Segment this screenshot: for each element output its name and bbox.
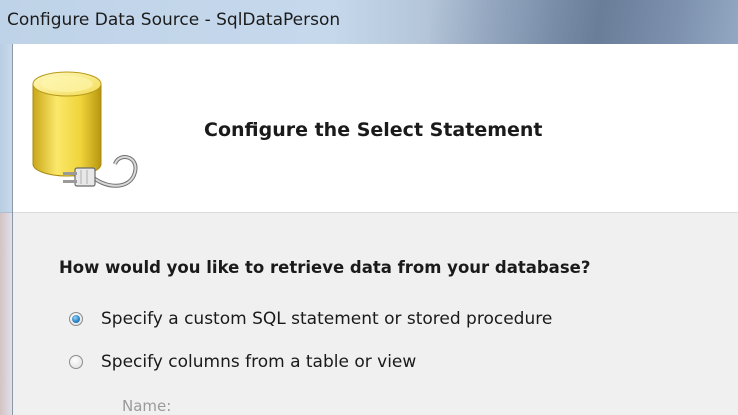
database-connection-icon	[27, 62, 157, 206]
radio-custom-sql-option[interactable]: Specify a custom SQL statement or stored…	[69, 309, 552, 329]
radio-button-table-columns[interactable]	[69, 355, 83, 369]
window-frame-left	[0, 44, 12, 415]
window-title: Configure Data Source - SqlDataPerson	[7, 10, 341, 30]
radio-button-custom-sql[interactable]	[69, 312, 83, 326]
retrieval-question: How would you like to retrieve data from…	[59, 258, 591, 277]
title-bar[interactable]: Configure Data Source - SqlDataPerson	[0, 0, 738, 44]
page-title: Configure the Select Statement	[204, 119, 543, 141]
radio-label-custom-sql[interactable]: Specify a custom SQL statement or stored…	[101, 309, 552, 329]
name-label: Name:	[122, 397, 172, 415]
radio-table-columns-option[interactable]: Specify columns from a table or view	[69, 352, 416, 372]
radio-label-table-columns[interactable]: Specify columns from a table or view	[101, 352, 416, 372]
wizard-header: Configure the Select Statement	[13, 44, 738, 213]
wizard-dialog: Configure the Select Statement How would…	[12, 44, 738, 415]
frame-lower	[0, 213, 12, 415]
title-bar-glass	[430, 0, 738, 44]
